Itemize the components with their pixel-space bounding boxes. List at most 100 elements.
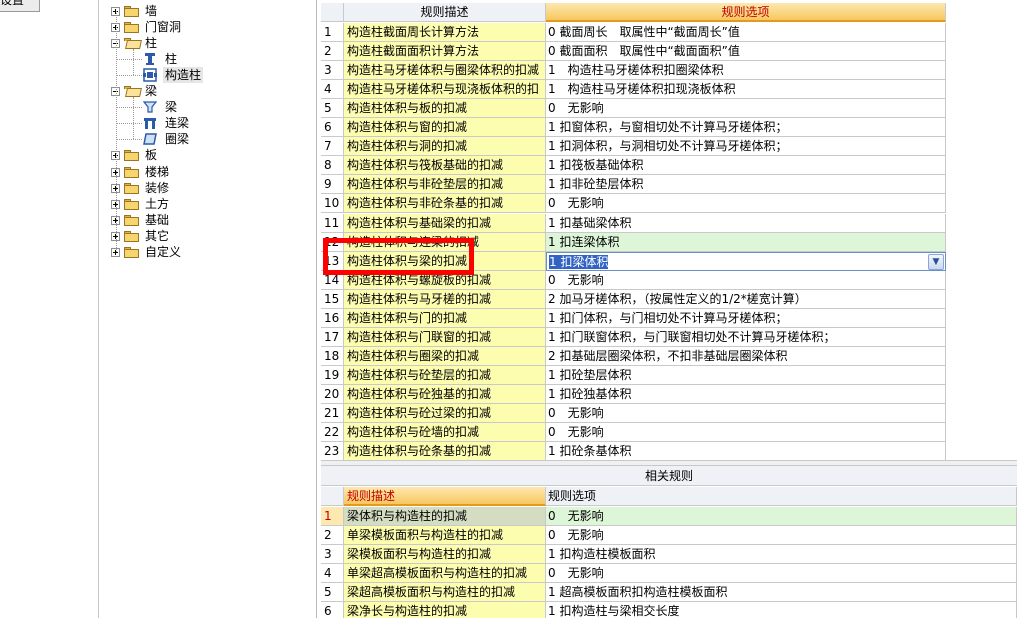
- rule-description-cell[interactable]: 构造柱体积与筏板基础的扣减: [344, 156, 546, 176]
- rule-description-cell[interactable]: 构造柱体积与砼垫层的扣减: [344, 365, 546, 385]
- row-number-cell[interactable]: 21: [321, 404, 344, 423]
- rule-description-cell[interactable]: 构造柱体积与门联窗的扣减: [344, 327, 546, 347]
- table-row[interactable]: 3 构造柱马牙槎体积与圈梁体积的扣减 1 构造柱马牙槎体积扣圈梁体积: [321, 61, 1017, 81]
- tree-item[interactable]: 土方: [100, 196, 316, 212]
- rule-description-cell[interactable]: 构造柱截面面积计算方法: [344, 42, 546, 62]
- row-number-cell[interactable]: 3: [321, 545, 344, 564]
- row-number-cell[interactable]: 17: [321, 327, 344, 347]
- rule-option-cell[interactable]: 1 扣门体积，与门相切处不计算马牙槎体积；: [546, 308, 946, 328]
- header-option-cell[interactable]: 规则选项: [546, 487, 1017, 506]
- row-number-cell[interactable]: 2: [321, 526, 344, 545]
- row-number-cell[interactable]: 6: [321, 118, 344, 138]
- rule-description-cell[interactable]: 构造柱体积与门的扣减: [344, 308, 546, 328]
- table-row[interactable]: 20 构造柱体积与砼独基的扣减 1 扣砼独基体积: [321, 384, 1017, 404]
- rule-description-cell[interactable]: 梁模板面积与构造柱的扣减: [344, 545, 546, 564]
- rule-option-cell[interactable]: 0 截面周长 取属性中“截面周长”值: [546, 23, 946, 42]
- rule-description-cell[interactable]: 梁体积与构造柱的扣减: [344, 507, 546, 526]
- rule-option-cell[interactable]: 0 无影响: [546, 270, 946, 290]
- rule-option-cell[interactable]: 1 扣窗体积，与窗相切处不计算马牙槎体积；: [546, 118, 946, 138]
- rule-description-cell[interactable]: 梁净长与构造柱的扣减: [344, 602, 546, 618]
- rule-option-cell[interactable]: 1 扣梁体积 ▼: [546, 251, 946, 271]
- table-row[interactable]: 2 构造柱截面面积计算方法 0 截面面积 取属性中“截面面积”值: [321, 42, 1017, 62]
- table-row[interactable]: 2 单梁模板面积与构造柱的扣减 0 无影响: [321, 526, 1017, 545]
- tree-item[interactable]: 装修: [100, 180, 316, 196]
- table-row[interactable]: 5 构造柱体积与板的扣减 0 无影响: [321, 99, 1017, 119]
- row-number-cell[interactable]: 5: [321, 583, 344, 602]
- rule-description-cell[interactable]: 构造柱体积与窗的扣减: [344, 118, 546, 138]
- table-row[interactable]: 4 构造柱马牙槎体积与现浇板体积的扣 1 构造柱马牙槎体积扣现浇板体积: [321, 80, 1017, 100]
- rule-description-cell[interactable]: 梁超高模板面积与构造柱的扣减: [344, 583, 546, 602]
- rule-option-cell[interactable]: 1 扣构造柱与梁相交长度: [546, 602, 1017, 618]
- table-row[interactable]: 9 构造柱体积与非砼垫层的扣减 1 扣非砼垫层体积: [321, 175, 1017, 195]
- row-number-cell[interactable]: 22: [321, 423, 344, 443]
- header-option-cell[interactable]: 规则选项: [546, 3, 946, 22]
- rule-option-cell[interactable]: 0 无影响: [546, 404, 946, 423]
- tree-item[interactable]: 自定义: [100, 244, 316, 260]
- tree-item[interactable]: 板: [100, 147, 316, 163]
- row-number-cell[interactable]: 1: [321, 507, 344, 526]
- tree-item[interactable]: 墙: [100, 3, 316, 19]
- rule-option-cell[interactable]: 1 构造柱马牙槎体积扣圈梁体积: [546, 61, 946, 81]
- rule-option-cell[interactable]: 1 扣洞体积，与洞相切处不计算马牙槎体积；: [546, 137, 946, 157]
- rule-description-cell[interactable]: 构造柱体积与圈梁的扣减: [344, 346, 546, 366]
- table-row[interactable]: 22 构造柱体积与砼墙的扣减 0 无影响: [321, 423, 1017, 443]
- rule-description-cell[interactable]: 构造柱体积与板的扣减: [344, 99, 546, 119]
- header-desc-cell[interactable]: 规则描述: [344, 3, 546, 22]
- row-number-cell[interactable]: 16: [321, 308, 344, 328]
- rule-description-cell[interactable]: 单梁模板面积与构造柱的扣减: [344, 526, 546, 545]
- rule-description-cell[interactable]: 构造柱体积与非砼垫层的扣减: [344, 175, 546, 195]
- table-row[interactable]: 15 构造柱体积与马牙槎的扣减 2 加马牙槎体积，（按属性定义的1/2*槎宽计算）: [321, 289, 1017, 309]
- rule-option-cell[interactable]: 0 无影响: [546, 99, 946, 119]
- tree-item[interactable]: 基础: [100, 212, 316, 228]
- row-number-cell[interactable]: 3: [321, 61, 344, 81]
- table-row[interactable]: 7 构造柱体积与洞的扣减 1 扣洞体积，与洞相切处不计算马牙槎体积；: [321, 137, 1017, 157]
- row-number-cell[interactable]: 10: [321, 194, 344, 214]
- tree-item[interactable]: 门窗洞: [100, 19, 316, 35]
- row-number-cell[interactable]: 23: [321, 442, 344, 460]
- rule-description-cell[interactable]: 构造柱体积与基础梁的扣减: [344, 213, 546, 233]
- rule-description-cell[interactable]: 构造柱马牙槎体积与现浇板体积的扣: [344, 80, 546, 100]
- table-row[interactable]: 16 构造柱体积与门的扣减 1 扣门体积，与门相切处不计算马牙槎体积；: [321, 308, 1017, 328]
- rule-option-cell[interactable]: 0 无影响: [546, 507, 1017, 526]
- rule-option-cell[interactable]: 1 扣筏板基础体积: [546, 156, 946, 176]
- rule-option-cell[interactable]: 2 加马牙槎体积，（按属性定义的1/2*槎宽计算）: [546, 289, 946, 309]
- rule-option-cell[interactable]: 1 构造柱马牙槎体积扣现浇板体积: [546, 80, 946, 100]
- rule-description-cell[interactable]: 单梁超高模板面积与构造柱的扣减: [344, 564, 546, 583]
- row-number-cell[interactable]: 1: [321, 23, 344, 42]
- rule-option-cell[interactable]: 1 扣砼条基体积: [546, 442, 946, 460]
- rule-description-cell[interactable]: 构造柱体积与砼墙的扣减: [344, 423, 546, 443]
- rule-option-cell[interactable]: 1 扣基础梁体积: [546, 213, 946, 233]
- rule-option-cell[interactable]: 1 扣门联窗体积，与门联窗相切处不计算马牙槎体积；: [546, 327, 946, 347]
- rule-option-cell[interactable]: 1 扣构造柱模板面积: [546, 545, 1017, 564]
- table-row[interactable]: 6 构造柱体积与窗的扣减 1 扣窗体积，与窗相切处不计算马牙槎体积；: [321, 118, 1017, 138]
- row-number-cell[interactable]: 6: [321, 602, 344, 618]
- row-number-cell[interactable]: 11: [321, 213, 344, 233]
- row-number-cell[interactable]: 2: [321, 42, 344, 62]
- row-number-cell[interactable]: 19: [321, 365, 344, 385]
- chevron-down-icon[interactable]: ▼: [928, 253, 944, 270]
- rule-description-cell[interactable]: 构造柱体积与马牙槎的扣减: [344, 289, 546, 309]
- rule-option-cell[interactable]: 0 截面面积 取属性中“截面面积”值: [546, 42, 946, 62]
- rule-description-cell[interactable]: 构造柱截面周长计算方法: [344, 23, 546, 42]
- rule-description-cell[interactable]: 构造柱体积与砼过梁的扣减: [344, 404, 546, 423]
- rule-option-cell[interactable]: 0 无影响: [546, 423, 946, 443]
- tree-item[interactable]: 其它: [100, 228, 316, 244]
- rule-description-cell[interactable]: 构造柱体积与洞的扣减: [344, 137, 546, 157]
- rule-option-cell[interactable]: 0 无影响: [546, 564, 1017, 583]
- rule-option-cell[interactable]: 0 无影响: [546, 194, 946, 214]
- rule-option-cell[interactable]: 1 扣砼独基体积: [546, 384, 946, 404]
- table-row[interactable]: 18 构造柱体积与圈梁的扣减 2 扣基础层圈梁体积，不扣非基础层圈梁体积: [321, 346, 1017, 366]
- rule-description-cell[interactable]: 构造柱马牙槎体积与圈梁体积的扣减: [344, 61, 546, 81]
- row-number-cell[interactable]: 18: [321, 346, 344, 366]
- row-number-cell[interactable]: 20: [321, 384, 344, 404]
- rule-option-cell[interactable]: 1 扣砼垫层体积: [546, 365, 946, 385]
- row-number-cell[interactable]: 5: [321, 99, 344, 119]
- table-row[interactable]: 3 梁模板面积与构造柱的扣减 1 扣构造柱模板面积: [321, 545, 1017, 564]
- rule-option-cell[interactable]: 1 扣非砼垫层体积: [546, 175, 946, 195]
- rule-option-cell[interactable]: 0 无影响: [546, 526, 1017, 545]
- table-row[interactable]: 6 梁净长与构造柱的扣减 1 扣构造柱与梁相交长度: [321, 602, 1017, 618]
- tree-item[interactable]: 楼梯: [100, 164, 316, 180]
- header-desc-cell[interactable]: 规则描述: [344, 487, 546, 506]
- table-row[interactable]: 4 单梁超高模板面积与构造柱的扣减 0 无影响: [321, 564, 1017, 583]
- rule-option-cell[interactable]: 1 超高模板面积扣构造柱模板面积: [546, 583, 1017, 602]
